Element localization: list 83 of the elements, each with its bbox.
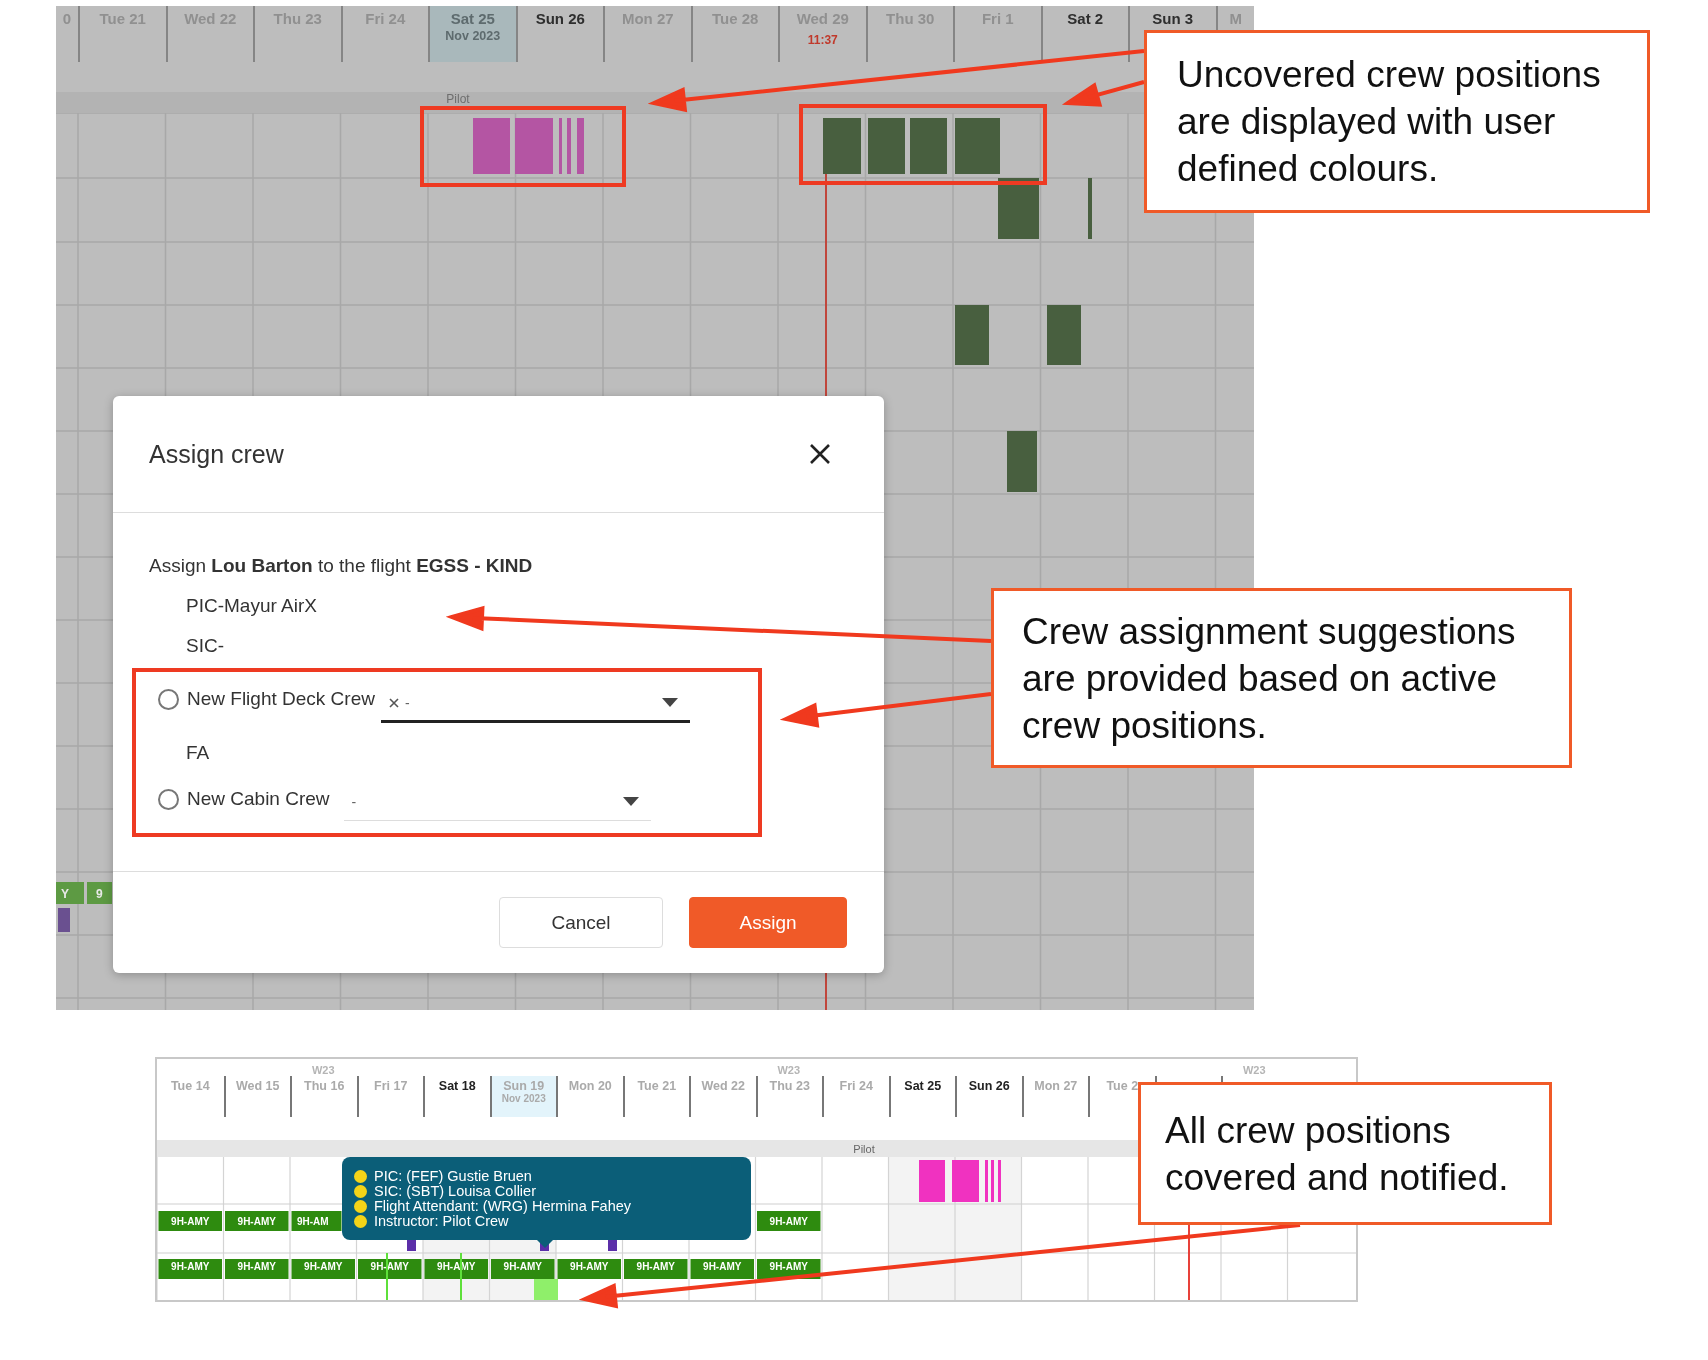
status-dot-icon <box>354 1214 367 1228</box>
callout-text: Crew assignment suggestions are provided based on active crew positions. <box>1022 609 1517 748</box>
day-label: Thu 16 <box>304 1079 345 1093</box>
crew-dropdown[interactable]: - <box>380 685 690 723</box>
crew-position-block[interactable] <box>955 118 1000 174</box>
current-time: 11:37 <box>807 33 838 47</box>
dialog-title: Assign crew <box>149 439 284 469</box>
radio-button[interactable] <box>158 688 179 710</box>
day-label: Tue 21 <box>637 1079 677 1093</box>
aircraft-bar[interactable]: 9H-AMY <box>491 1259 555 1279</box>
crew-marker[interactable] <box>407 1239 416 1251</box>
section-label: FA <box>186 742 210 764</box>
crew-position-block[interactable] <box>919 1160 945 1202</box>
date-label: Nov 2023 <box>501 1093 546 1104</box>
aircraft-bar[interactable]: 9H-AMY <box>358 1259 422 1279</box>
status-dot-icon <box>354 1169 367 1183</box>
aircraft-bar[interactable]: Y <box>56 882 84 904</box>
crew-position-block[interactable] <box>998 178 1039 239</box>
day-label: Sat 2 <box>1067 10 1104 27</box>
crew-position-block[interactable] <box>955 305 989 365</box>
aircraft-bar[interactable]: 9H-AMY <box>225 1211 289 1231</box>
position-label: PIC-Mayur AirX <box>186 595 317 617</box>
assign-button[interactable]: Assign <box>689 897 847 948</box>
day-label: Wed 15 <box>235 1079 280 1093</box>
day-label: Mon 27 <box>1034 1079 1078 1093</box>
day-highlight <box>534 1279 558 1300</box>
crew-position-block[interactable] <box>952 1160 979 1202</box>
close-icon[interactable] <box>808 442 832 466</box>
aircraft-bar[interactable]: 9H-AMY <box>158 1211 222 1231</box>
crew-position-block[interactable] <box>1047 305 1081 365</box>
aircraft-bar[interactable]: 9H-AMY <box>291 1259 355 1279</box>
day-label: Tue 2 <box>1106 1079 1139 1093</box>
day-label: Tue 14 <box>170 1079 210 1093</box>
caret-icon <box>661 698 678 707</box>
aircraft-bar[interactable]: 9H-AM <box>291 1211 342 1231</box>
crew-position-block[interactable] <box>515 118 553 174</box>
crew-position-block[interactable] <box>998 1160 1001 1202</box>
day-label: Sun 26 <box>968 1079 1010 1093</box>
crew-position-block[interactable] <box>823 118 861 174</box>
day-label: Fri 17 <box>374 1079 408 1093</box>
crew-position-block[interactable] <box>985 1160 988 1202</box>
crew-dropdown[interactable]: - <box>343 783 651 821</box>
tooltip-text: PIC: (FEF) Gustie Bruen <box>374 1168 532 1184</box>
option-label: New Cabin Crew <box>187 788 330 810</box>
clear-icon[interactable] <box>388 697 399 708</box>
crew-marker[interactable] <box>58 908 70 932</box>
date-label: Nov 2023 <box>445 29 501 43</box>
day-label: Sat 25 <box>450 10 495 27</box>
day-label: Sun 19 <box>503 1079 545 1093</box>
cancel-button[interactable]: Cancel <box>499 897 663 948</box>
tooltip-text: Flight Attendant: (WRG) Hermina Fahey <box>374 1198 632 1214</box>
option-label: New Flight Deck Crew <box>187 688 375 710</box>
tooltip-text: SIC: (SBT) Louisa Collier <box>374 1183 536 1199</box>
status-dot-icon <box>354 1199 367 1213</box>
crew-position-block[interactable] <box>559 118 562 174</box>
crew-position-block[interactable] <box>991 1160 994 1202</box>
crew-position-block[interactable] <box>577 118 584 174</box>
day-label: Fri 24 <box>839 1079 873 1093</box>
radio-button[interactable] <box>158 788 179 810</box>
assignment-text: Assign Lou Barton to the flight EGSS - KIND <box>149 555 533 577</box>
caret-icon <box>622 797 639 806</box>
aircraft-bar[interactable]: 9H-AMY <box>225 1259 289 1279</box>
aircraft-bar[interactable]: 9 <box>87 882 112 904</box>
status-dot-icon <box>354 1184 367 1198</box>
crew-position-block[interactable] <box>567 118 571 174</box>
day-label: Thu 23 <box>769 1079 810 1093</box>
day-label: Wed 22 <box>701 1079 745 1093</box>
week-label: W23 <box>777 1064 801 1076</box>
week-label: W23 <box>311 1064 335 1076</box>
crew-position-block[interactable] <box>868 118 905 174</box>
day-label: Sun 3 <box>1152 10 1194 27</box>
day-label: Mon 20 <box>568 1079 612 1093</box>
crew-position-block[interactable] <box>1088 178 1092 239</box>
day-label: Sun 26 <box>535 10 585 27</box>
crew-position-block[interactable] <box>910 118 947 174</box>
position-label: SIC- <box>186 635 224 657</box>
crew-position-block[interactable] <box>1007 431 1037 492</box>
day-label: Sat 18 <box>438 1079 476 1093</box>
day-label: Sat 25 <box>904 1079 942 1093</box>
tooltip-text: Instructor: Pilot Crew <box>374 1213 509 1229</box>
crew-position-block[interactable] <box>473 118 510 174</box>
week-label: W23 <box>1242 1064 1266 1076</box>
aircraft-bar[interactable]: 9H-AMY <box>158 1259 222 1279</box>
